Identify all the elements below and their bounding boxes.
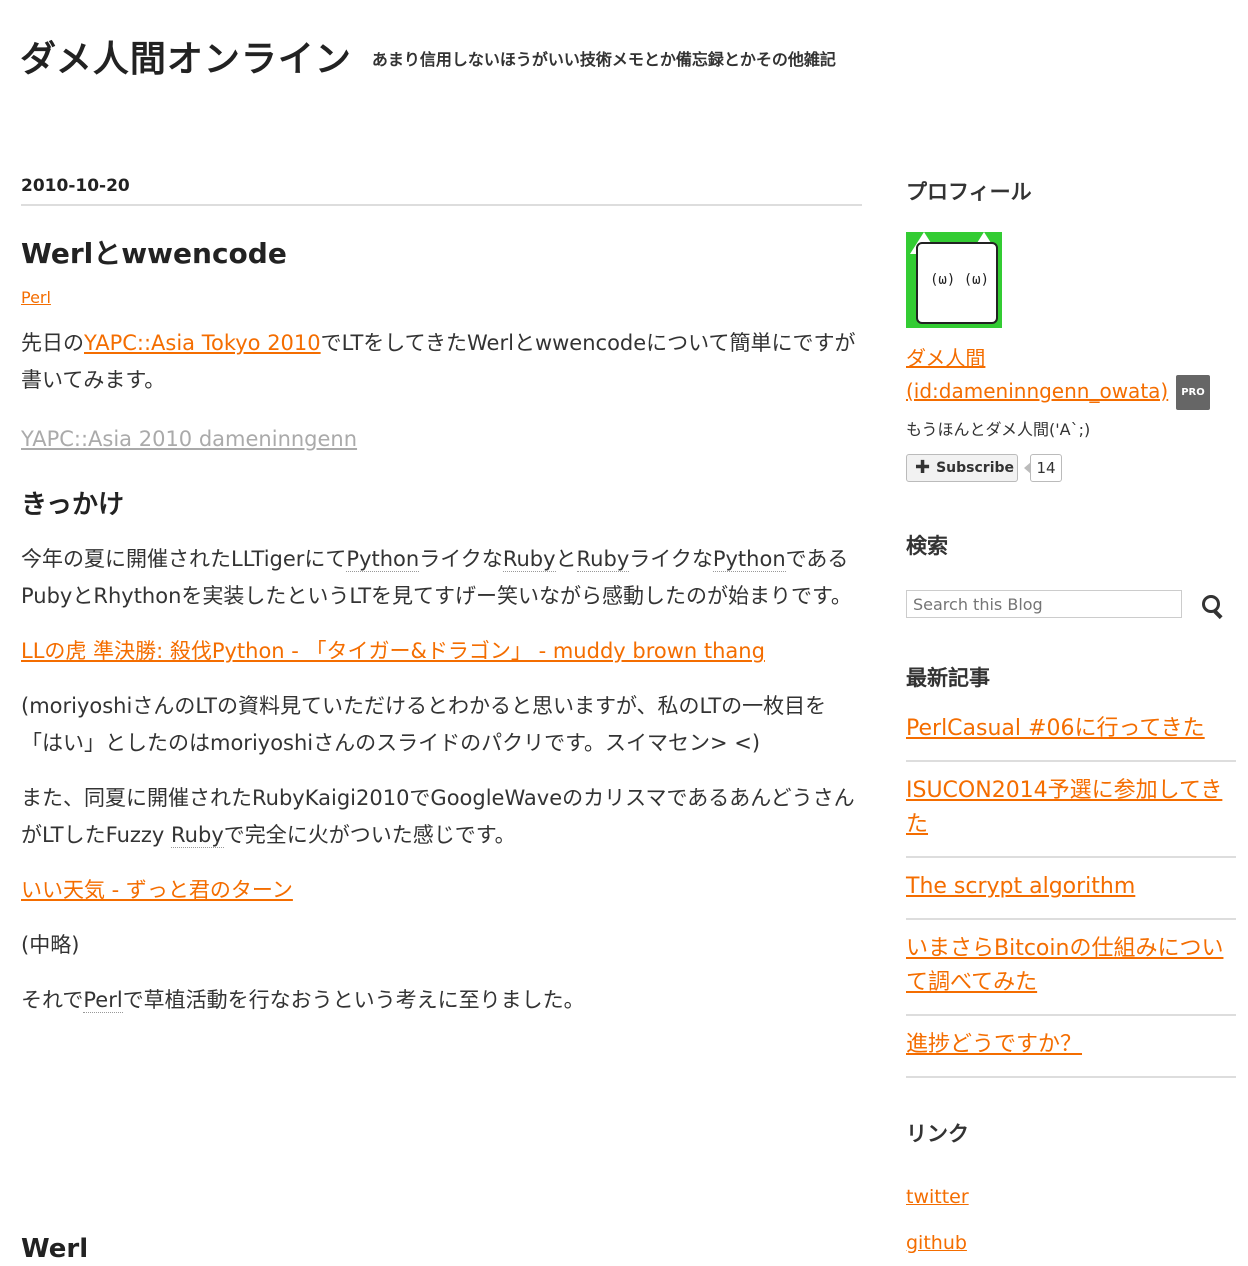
- profile-avatar[interactable]: (ω) (ω): [906, 232, 1002, 328]
- recent-heading: 最新記事: [906, 666, 990, 690]
- profile-description: もうほんとダメ人間('A`;): [906, 420, 1091, 439]
- pro-badge: PRO: [1176, 375, 1210, 410]
- recent-post-link[interactable]: ISUCON2014予選に参加してきた: [906, 778, 1222, 837]
- paragraph-omitted: (中略): [21, 933, 80, 957]
- section-heading-werl: Werl: [21, 1234, 89, 1264]
- paragraph-conclusion: それでPerlで草植活動を行なおうという考えに至りました。: [21, 982, 862, 1019]
- recent-post-link[interactable]: いまさらBitcoinの仕組みについて調べてみた: [906, 936, 1223, 995]
- profile-id-link[interactable]: (id:dameninngenn_owata): [906, 379, 1168, 403]
- keyword-ruby[interactable]: Ruby: [502, 547, 556, 572]
- keyword-python[interactable]: Python: [346, 547, 420, 572]
- profile-name-block: ダメ人間 (id:dameninngenn_owata) PRO: [906, 342, 1236, 410]
- keyword-perl[interactable]: Perl: [83, 988, 123, 1013]
- text: ライクな: [419, 547, 503, 571]
- recent-post-link[interactable]: PerlCasual #06に行ってきた: [906, 716, 1205, 741]
- paragraph-intro: 先日のYAPC::Asia Tokyo 2010でLTをしてきたWerlとwwe…: [21, 325, 862, 399]
- blog-description: あまり信用しないほうがいい技術メモとか備忘録とかその他雑記: [371, 50, 836, 69]
- list-item: github: [906, 1220, 1236, 1266]
- sidebar: プロフィール (ω) (ω) ダメ人間 (id:dameninngenn_owa…: [906, 176, 1236, 1266]
- recent-posts-list: PerlCasual #06に行ってきた ISUCON2014予選に参加してきた…: [906, 712, 1236, 1078]
- paragraph-rubykaigi: また、同夏に開催されたRubyKaigi2010でGoogleWaveのカリスマ…: [21, 780, 862, 854]
- recent-post-link[interactable]: 進捗どうですか？: [906, 1032, 1082, 1057]
- list-item: ISUCON2014予選に参加してきた: [906, 762, 1236, 858]
- subscriber-count: 14: [1030, 454, 1062, 482]
- github-link[interactable]: github: [906, 1232, 967, 1254]
- paragraph-moriyoshi: (moriyoshiさんのLTの資料見ていただけるとわかると思いますが、私のLT…: [21, 694, 827, 755]
- entry-title[interactable]: Werlとwwencode: [21, 232, 862, 272]
- text: で草植活動を行なおうという考えに至りました。: [122, 988, 585, 1012]
- text: 今年の夏に開催されたLLTigerにて: [21, 547, 347, 571]
- face-glyph: (ω) (ω): [930, 272, 990, 288]
- subscribe-label: Subscribe: [936, 460, 1015, 476]
- main-content: 2010-10-20 Werlとwwencode Perl 先日のYAPC::A…: [21, 176, 862, 1019]
- keyword-ruby[interactable]: Ruby: [171, 823, 224, 848]
- text: 先日の: [21, 331, 84, 355]
- keyword-ruby[interactable]: Ruby: [576, 547, 630, 572]
- keyword-python[interactable]: Python: [712, 547, 786, 572]
- list-item: twitter: [906, 1174, 1236, 1220]
- slides-embed-link[interactable]: YAPC::Asia 2010 dameninngenn: [21, 427, 357, 451]
- subscribe-button[interactable]: ✚ Subscribe: [906, 454, 1018, 482]
- list-item: PerlCasual #06に行ってきた: [906, 712, 1236, 762]
- text: と: [555, 547, 577, 571]
- text: それで: [21, 988, 84, 1012]
- plus-icon: ✚: [915, 457, 931, 478]
- yapc-link[interactable]: YAPC::Asia Tokyo 2010: [84, 331, 321, 355]
- embed-paragraph: YAPC::Asia 2010 dameninngenn: [21, 421, 862, 458]
- profile-heading: プロフィール: [906, 180, 1032, 204]
- link-paragraph: LLの虎 準決勝: 殺伐Python - 「タイガー&ドラゴン」 - muddy…: [21, 633, 862, 670]
- search-icon[interactable]: [1202, 595, 1220, 613]
- section-heading-kikkake: きっかけ: [21, 490, 124, 520]
- links-heading: リンク: [906, 1122, 969, 1146]
- link-paragraph: いい天気 - ずっと君のターン: [21, 872, 862, 909]
- entry-category-link[interactable]: Perl: [21, 288, 51, 307]
- blog-header: ダメ人間オンライン あまり信用しないほうがいい技術メモとか備忘録とかその他雑記: [20, 30, 836, 82]
- text: ライクな: [629, 547, 713, 571]
- profile-name-link[interactable]: ダメ人間: [906, 346, 985, 370]
- search-heading: 検索: [906, 534, 948, 558]
- iitenki-link[interactable]: いい天気 - ずっと君のターン: [21, 878, 293, 902]
- blog-title[interactable]: ダメ人間オンライン: [20, 39, 352, 80]
- list-item: いまさらBitcoinの仕組みについて調べてみた: [906, 920, 1236, 1016]
- search-form: [906, 590, 1236, 622]
- entry-date[interactable]: 2010-10-20: [21, 176, 862, 206]
- subscribe-widget: ✚ Subscribe 14: [906, 454, 1236, 484]
- twitter-link[interactable]: twitter: [906, 1186, 969, 1208]
- paragraph-lltiger: 今年の夏に開催されたLLTigerにてPythonライクなRubyとRubyライ…: [21, 541, 862, 615]
- recent-post-link[interactable]: The scrypt algorithm: [906, 874, 1135, 899]
- llnotora-link[interactable]: LLの虎 準決勝: 殺伐Python - 「タイガー&ドラゴン」 - muddy…: [21, 639, 765, 663]
- search-input[interactable]: [906, 590, 1182, 618]
- list-item: 進捗どうですか？: [906, 1016, 1236, 1078]
- text: で完全に火がついた感じです。: [223, 823, 516, 847]
- list-item: The scrypt algorithm: [906, 858, 1236, 920]
- links-list: twitter github: [906, 1174, 1236, 1266]
